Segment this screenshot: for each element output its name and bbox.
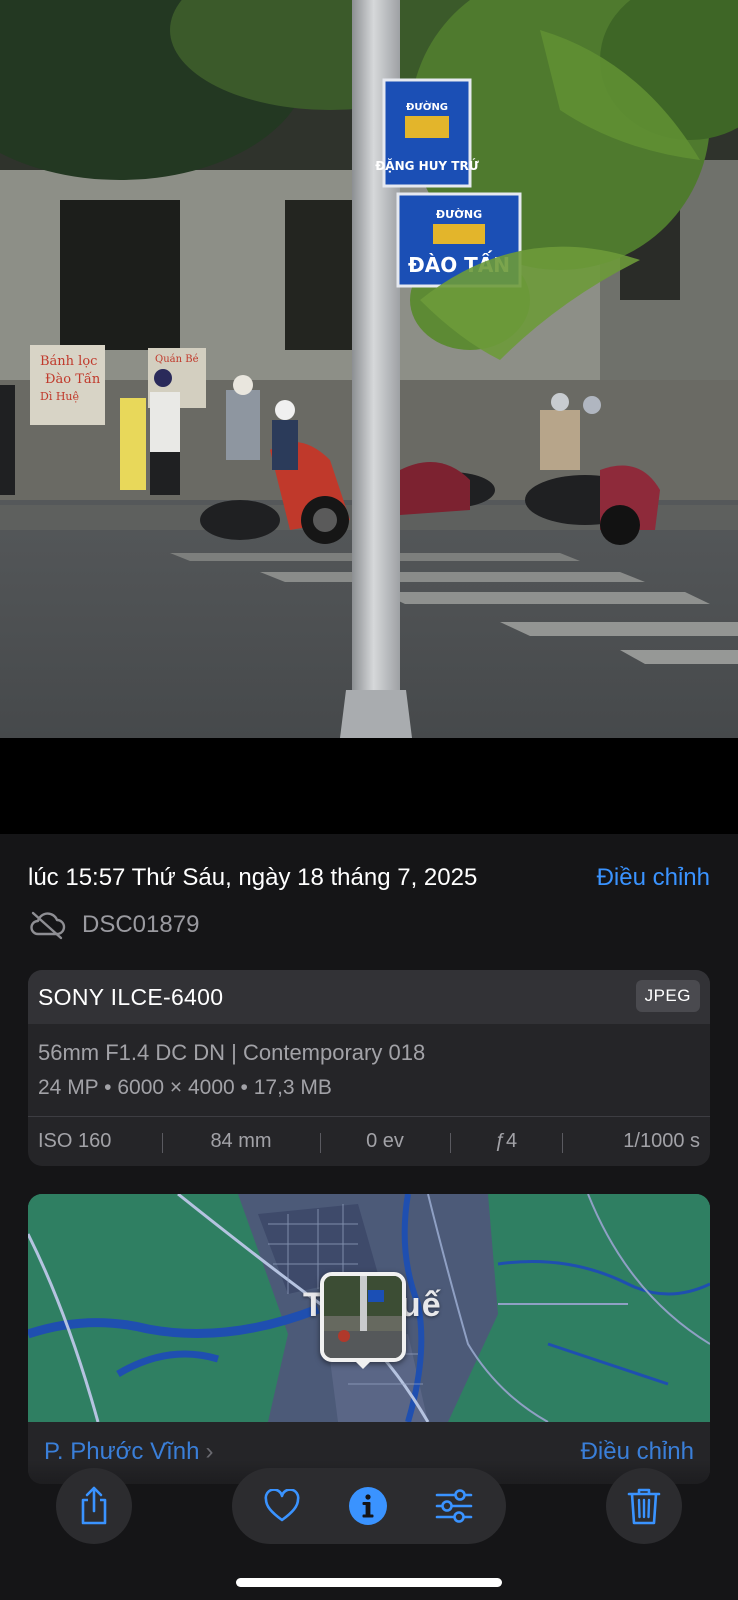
cloud-off-icon: [30, 911, 66, 940]
trash-icon: [627, 1488, 661, 1525]
sign-top-line1: ĐƯỜNG: [406, 100, 448, 113]
shop-sign-left-line3: Dì Huệ: [40, 390, 79, 403]
camera-model: SONY ILCE-6400: [38, 984, 224, 1010]
shop-sign-left-line1: Bánh lọc: [40, 354, 97, 369]
street-sign-dang-huy-tru: ĐƯỜNG ĐẶNG HUY TRỨ: [375, 78, 479, 188]
shop-sign-right-line1: Quán Bé: [155, 354, 199, 365]
home-indicator[interactable]: [236, 1578, 502, 1587]
sign-top-line2: ĐẶNG HUY TRỨ: [375, 158, 479, 173]
delete-button[interactable]: [606, 1468, 682, 1544]
photo-image: Bánh lọc Đào Tấn Dì Huệ Quán Bé ĐƯỜNG ĐẶ…: [0, 0, 738, 738]
capture-date: lúc 15:57 Thứ Sáu, ngày 18 tháng 7, 2025: [28, 864, 478, 891]
pin-pointer: [352, 1358, 374, 1369]
info-button[interactable]: [346, 1484, 390, 1528]
sliders-icon: [435, 1489, 473, 1523]
file-row: DSC01879: [28, 908, 199, 942]
share-button[interactable]: [56, 1468, 132, 1544]
exif-row: ISO 160 84 mm 0 ev ƒ4 1/1000 s: [28, 1116, 710, 1166]
exif-iso: ISO 160: [38, 1129, 112, 1152]
camera-info-card: SONY ILCE-6400 JPEG 56mm F1.4 DC DN | Co…: [28, 970, 710, 1166]
info-icon: [349, 1487, 387, 1525]
location-map-card[interactable]: Tuy Huế P. Phước Vĩnh› Điều chỉnh: [28, 1194, 710, 1484]
adjust-date-button[interactable]: Điều chỉnh: [597, 864, 710, 892]
date-row: lúc 15:57 Thứ Sáu, ngày 18 tháng 7, 2025…: [28, 864, 710, 898]
image-specs: 24 MP • 6000 × 4000 • 17,3 MB: [38, 1076, 332, 1099]
pin-thumbnail: [324, 1276, 402, 1358]
map-view[interactable]: Tuy Huế: [28, 1194, 710, 1422]
share-icon: [81, 1486, 107, 1525]
photo-viewer[interactable]: Bánh lọc Đào Tấn Dì Huệ Quán Bé ĐƯỜNG ĐẶ…: [0, 0, 738, 738]
exif-aperture: ƒ4: [450, 1130, 562, 1153]
format-badge: JPEG: [635, 980, 700, 1012]
photo-location-pin[interactable]: [320, 1272, 406, 1362]
exif-exposure-value: 0 ev: [320, 1130, 450, 1153]
shop-sign-left-line2: Đào Tấn: [45, 371, 101, 387]
file-name: DSC01879: [82, 911, 200, 938]
edit-button[interactable]: [432, 1484, 476, 1528]
heart-icon: [264, 1489, 300, 1522]
lens-name: 56mm F1.4 DC DN | Contemporary 018: [38, 1040, 426, 1065]
exif-focal-length: 84 mm: [162, 1130, 320, 1153]
exif-shutter-speed: 1/1000 s: [562, 1130, 710, 1153]
photo-letterbox: [0, 738, 738, 834]
sign-bottom-line1: ĐƯỜNG: [436, 208, 482, 221]
favorite-button[interactable]: [260, 1484, 304, 1528]
camera-header: SONY ILCE-6400 JPEG: [28, 970, 710, 1024]
action-pill: [232, 1468, 506, 1544]
